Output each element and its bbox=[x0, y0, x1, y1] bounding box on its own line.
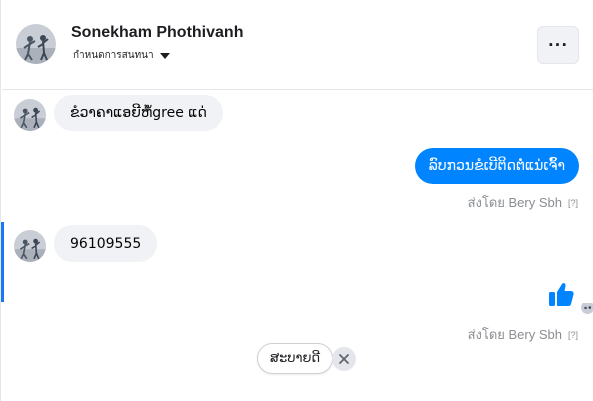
info-mark[interactable]: [?] bbox=[568, 198, 578, 208]
conversation-pane: Sonekham Phothivanh กำหนดการสนทนา ··· ຂໍ… bbox=[0, 0, 593, 401]
sent-by-text: ส่งโดย Bery Sbh bbox=[467, 195, 562, 210]
thumbs-up-icon[interactable] bbox=[547, 280, 575, 308]
conversation-subtitle: กำหนดการสนทนา bbox=[73, 50, 154, 61]
seen-avatar bbox=[581, 301, 593, 314]
quick-reply-button[interactable]: ສະບາຍດີ bbox=[257, 343, 334, 374]
caret-down-icon bbox=[159, 52, 170, 59]
avatar[interactable] bbox=[16, 24, 56, 64]
conversation-options[interactable]: กำหนดการสนทนา bbox=[73, 48, 170, 63]
avatar[interactable] bbox=[14, 99, 46, 131]
conversation-header: Sonekham Phothivanh กำหนดการสนทนา ··· bbox=[2, 0, 593, 90]
incoming-message[interactable]: ຂໍວາຄາແອຍີຫໍ້gree ແດ່ bbox=[54, 95, 223, 131]
more-dots-icon: ··· bbox=[547, 36, 569, 54]
contact-name[interactable]: Sonekham Phothivanh bbox=[71, 24, 243, 42]
close-icon bbox=[339, 354, 349, 364]
avatar[interactable] bbox=[14, 230, 46, 262]
incoming-message[interactable]: 96109555 bbox=[54, 225, 158, 262]
sent-by-label: ส่งโดย Bery Sbh [?] bbox=[468, 324, 578, 345]
close-quick-reply-button[interactable] bbox=[332, 347, 356, 371]
info-mark[interactable]: [?] bbox=[568, 330, 578, 340]
outgoing-message[interactable]: ລົບກວນຂໍເບີຕິດຕໍ່ແນ່ເຈົ້າ bbox=[414, 148, 579, 184]
more-options-button[interactable]: ··· bbox=[537, 26, 579, 64]
sent-by-text: ส่งโดย Bery Sbh bbox=[467, 327, 562, 342]
active-indicator bbox=[1, 222, 4, 302]
sent-by-label: ส่งโดย Bery Sbh [?] bbox=[468, 192, 578, 213]
